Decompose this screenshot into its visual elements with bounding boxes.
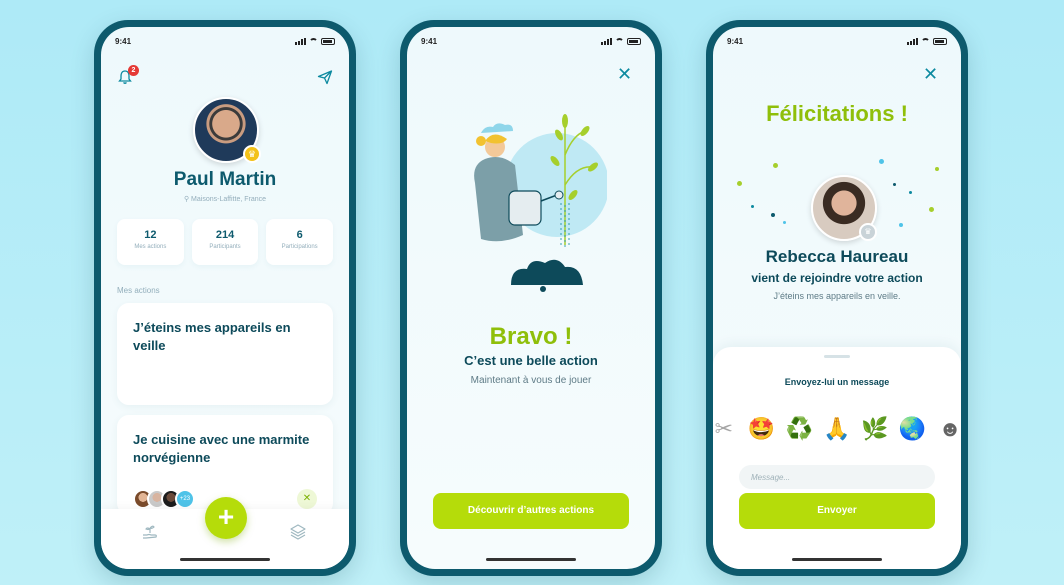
participants-more-badge: +23 xyxy=(175,489,195,509)
congrats-title: Félicitations ! xyxy=(766,101,908,126)
stat-value: 214 xyxy=(215,229,235,241)
stat-card-participations[interactable]: 6 Participations xyxy=(266,219,334,265)
confetti-dot xyxy=(929,207,934,212)
wifi-icon xyxy=(921,37,930,45)
new-member-name: Rebecca Haureau xyxy=(765,247,909,266)
battery-icon xyxy=(933,37,947,45)
emoji-picker: ✂ 🤩 ♻️ 🙏 🌿 🌏 ☻ xyxy=(713,415,961,443)
crown-icon: ♛ xyxy=(859,223,877,241)
confetti-dot xyxy=(899,223,903,227)
stat-label: Mes actions xyxy=(134,244,167,250)
utensils-icon: ✕ xyxy=(297,489,317,509)
bravo-title: Bravo ! xyxy=(489,323,573,350)
congrats-screen: 9:41 ✕ Félicitations ! ♛ Rebecca Haureau… xyxy=(713,27,961,569)
stat-card-participants[interactable]: 214 Participants xyxy=(191,219,259,265)
status-icons xyxy=(601,37,641,45)
emoji-option[interactable]: 🤩 xyxy=(748,415,776,443)
confetti-dot xyxy=(893,183,896,186)
stat-value: 6 xyxy=(296,229,303,241)
confetti-dot xyxy=(737,181,742,186)
signal-icon xyxy=(601,37,612,45)
action-title: J’éteins mes appareils en veille xyxy=(133,320,291,353)
battery-icon xyxy=(321,37,335,45)
stat-card-actions[interactable]: 12 Mes actions xyxy=(117,219,184,265)
send-button[interactable]: Envoyer xyxy=(739,493,935,529)
wifi-icon xyxy=(309,37,318,45)
participant-avatars: +23 xyxy=(133,489,195,509)
status-bar: 9:41 xyxy=(727,35,947,47)
confetti-dot xyxy=(751,205,754,208)
confetti-dot xyxy=(783,221,786,224)
emoji-option[interactable]: ♻️ xyxy=(785,415,813,443)
phone-congrats: 9:41 ✕ Félicitations ! ♛ Rebecca Haureau… xyxy=(706,20,968,576)
stat-label: Participations xyxy=(281,244,318,250)
stats-row: 12 Mes actions 214 Participants 6 Partic… xyxy=(117,219,334,265)
notification-badge: 2 xyxy=(128,65,139,76)
status-icons xyxy=(295,37,335,45)
layers-icon[interactable] xyxy=(289,523,307,541)
stat-value: 12 xyxy=(144,229,157,241)
home-indicator xyxy=(180,558,270,561)
wifi-icon xyxy=(615,37,624,45)
phone-bravo: 9:41 ✕ Bravo ! C’est une belle action Ma… xyxy=(400,20,662,576)
emoji-option[interactable]: 🙏 xyxy=(823,415,851,443)
status-bar: 9:41 xyxy=(421,35,641,47)
action-title: Je cuisine avec une marmite norvégienne xyxy=(133,432,310,465)
close-icon[interactable]: ✕ xyxy=(923,65,938,83)
battery-icon xyxy=(627,37,641,45)
stat-label: Participants xyxy=(209,244,241,250)
emoji-option-partial[interactable]: ✂ xyxy=(713,415,738,443)
status-time: 9:41 xyxy=(727,36,744,46)
message-sheet: Envoyez-lui un message ✂ 🤩 ♻️ 🙏 🌿 🌏 ☻ En… xyxy=(713,347,961,569)
bravo-screen: 9:41 ✕ Bravo ! C’est une belle action Ma… xyxy=(407,27,655,569)
user-location: ⚲ Maisons-Laffitte, France xyxy=(101,195,349,203)
profile-screen: 9:41 2 ♛ Paul Martin ⚲ Maisons-Laffitte,… xyxy=(101,27,349,569)
status-icons xyxy=(907,37,947,45)
status-time: 9:41 xyxy=(421,36,438,46)
location-pin-icon: ⚲ xyxy=(183,196,192,203)
confetti-dot xyxy=(909,191,912,194)
confetti-dot xyxy=(879,159,884,164)
emoji-option[interactable]: 🌏 xyxy=(898,415,926,443)
plant-hand-icon[interactable] xyxy=(141,523,159,541)
status-bar: 9:41 xyxy=(115,35,335,47)
discover-actions-button[interactable]: Découvrir d’autres actions xyxy=(433,493,629,529)
section-label: Mes actions xyxy=(117,286,160,295)
location-text: Maisons-Laffitte, France xyxy=(191,196,267,203)
home-indicator xyxy=(486,558,576,561)
congrats-subtitle: vient de rejoindre votre action xyxy=(751,271,923,285)
congrats-caption: J’éteins mes appareils en veille. xyxy=(773,291,901,301)
confetti-dot xyxy=(771,213,775,217)
watering-plant-illustration xyxy=(474,114,607,292)
bravo-caption: Maintenant à vous de jouer xyxy=(470,375,592,386)
add-action-button[interactable]: + xyxy=(205,497,247,539)
crown-icon: ♛ xyxy=(243,145,261,163)
action-card[interactable]: J’éteins mes appareils en veille xyxy=(117,303,333,405)
signal-icon xyxy=(907,37,918,45)
user-name: Paul Martin xyxy=(173,169,277,190)
home-indicator xyxy=(792,558,882,561)
signal-icon xyxy=(295,37,306,45)
sheet-title: Envoyez-lui un message xyxy=(784,377,890,387)
emoji-option[interactable]: 🌿 xyxy=(861,415,889,443)
message-input[interactable] xyxy=(739,465,935,489)
confetti-dot xyxy=(773,163,778,168)
phone-profile: 9:41 2 ♛ Paul Martin ⚲ Maisons-Laffitte,… xyxy=(94,20,356,576)
status-time: 9:41 xyxy=(115,36,132,46)
paper-plane-icon[interactable] xyxy=(317,69,333,85)
emoji-option-partial[interactable]: ☻ xyxy=(936,415,961,443)
close-icon[interactable]: ✕ xyxy=(617,65,632,83)
sheet-grabber[interactable] xyxy=(824,355,850,358)
confetti-dot xyxy=(935,167,939,171)
bravo-subtitle: C’est une belle action xyxy=(464,353,598,368)
